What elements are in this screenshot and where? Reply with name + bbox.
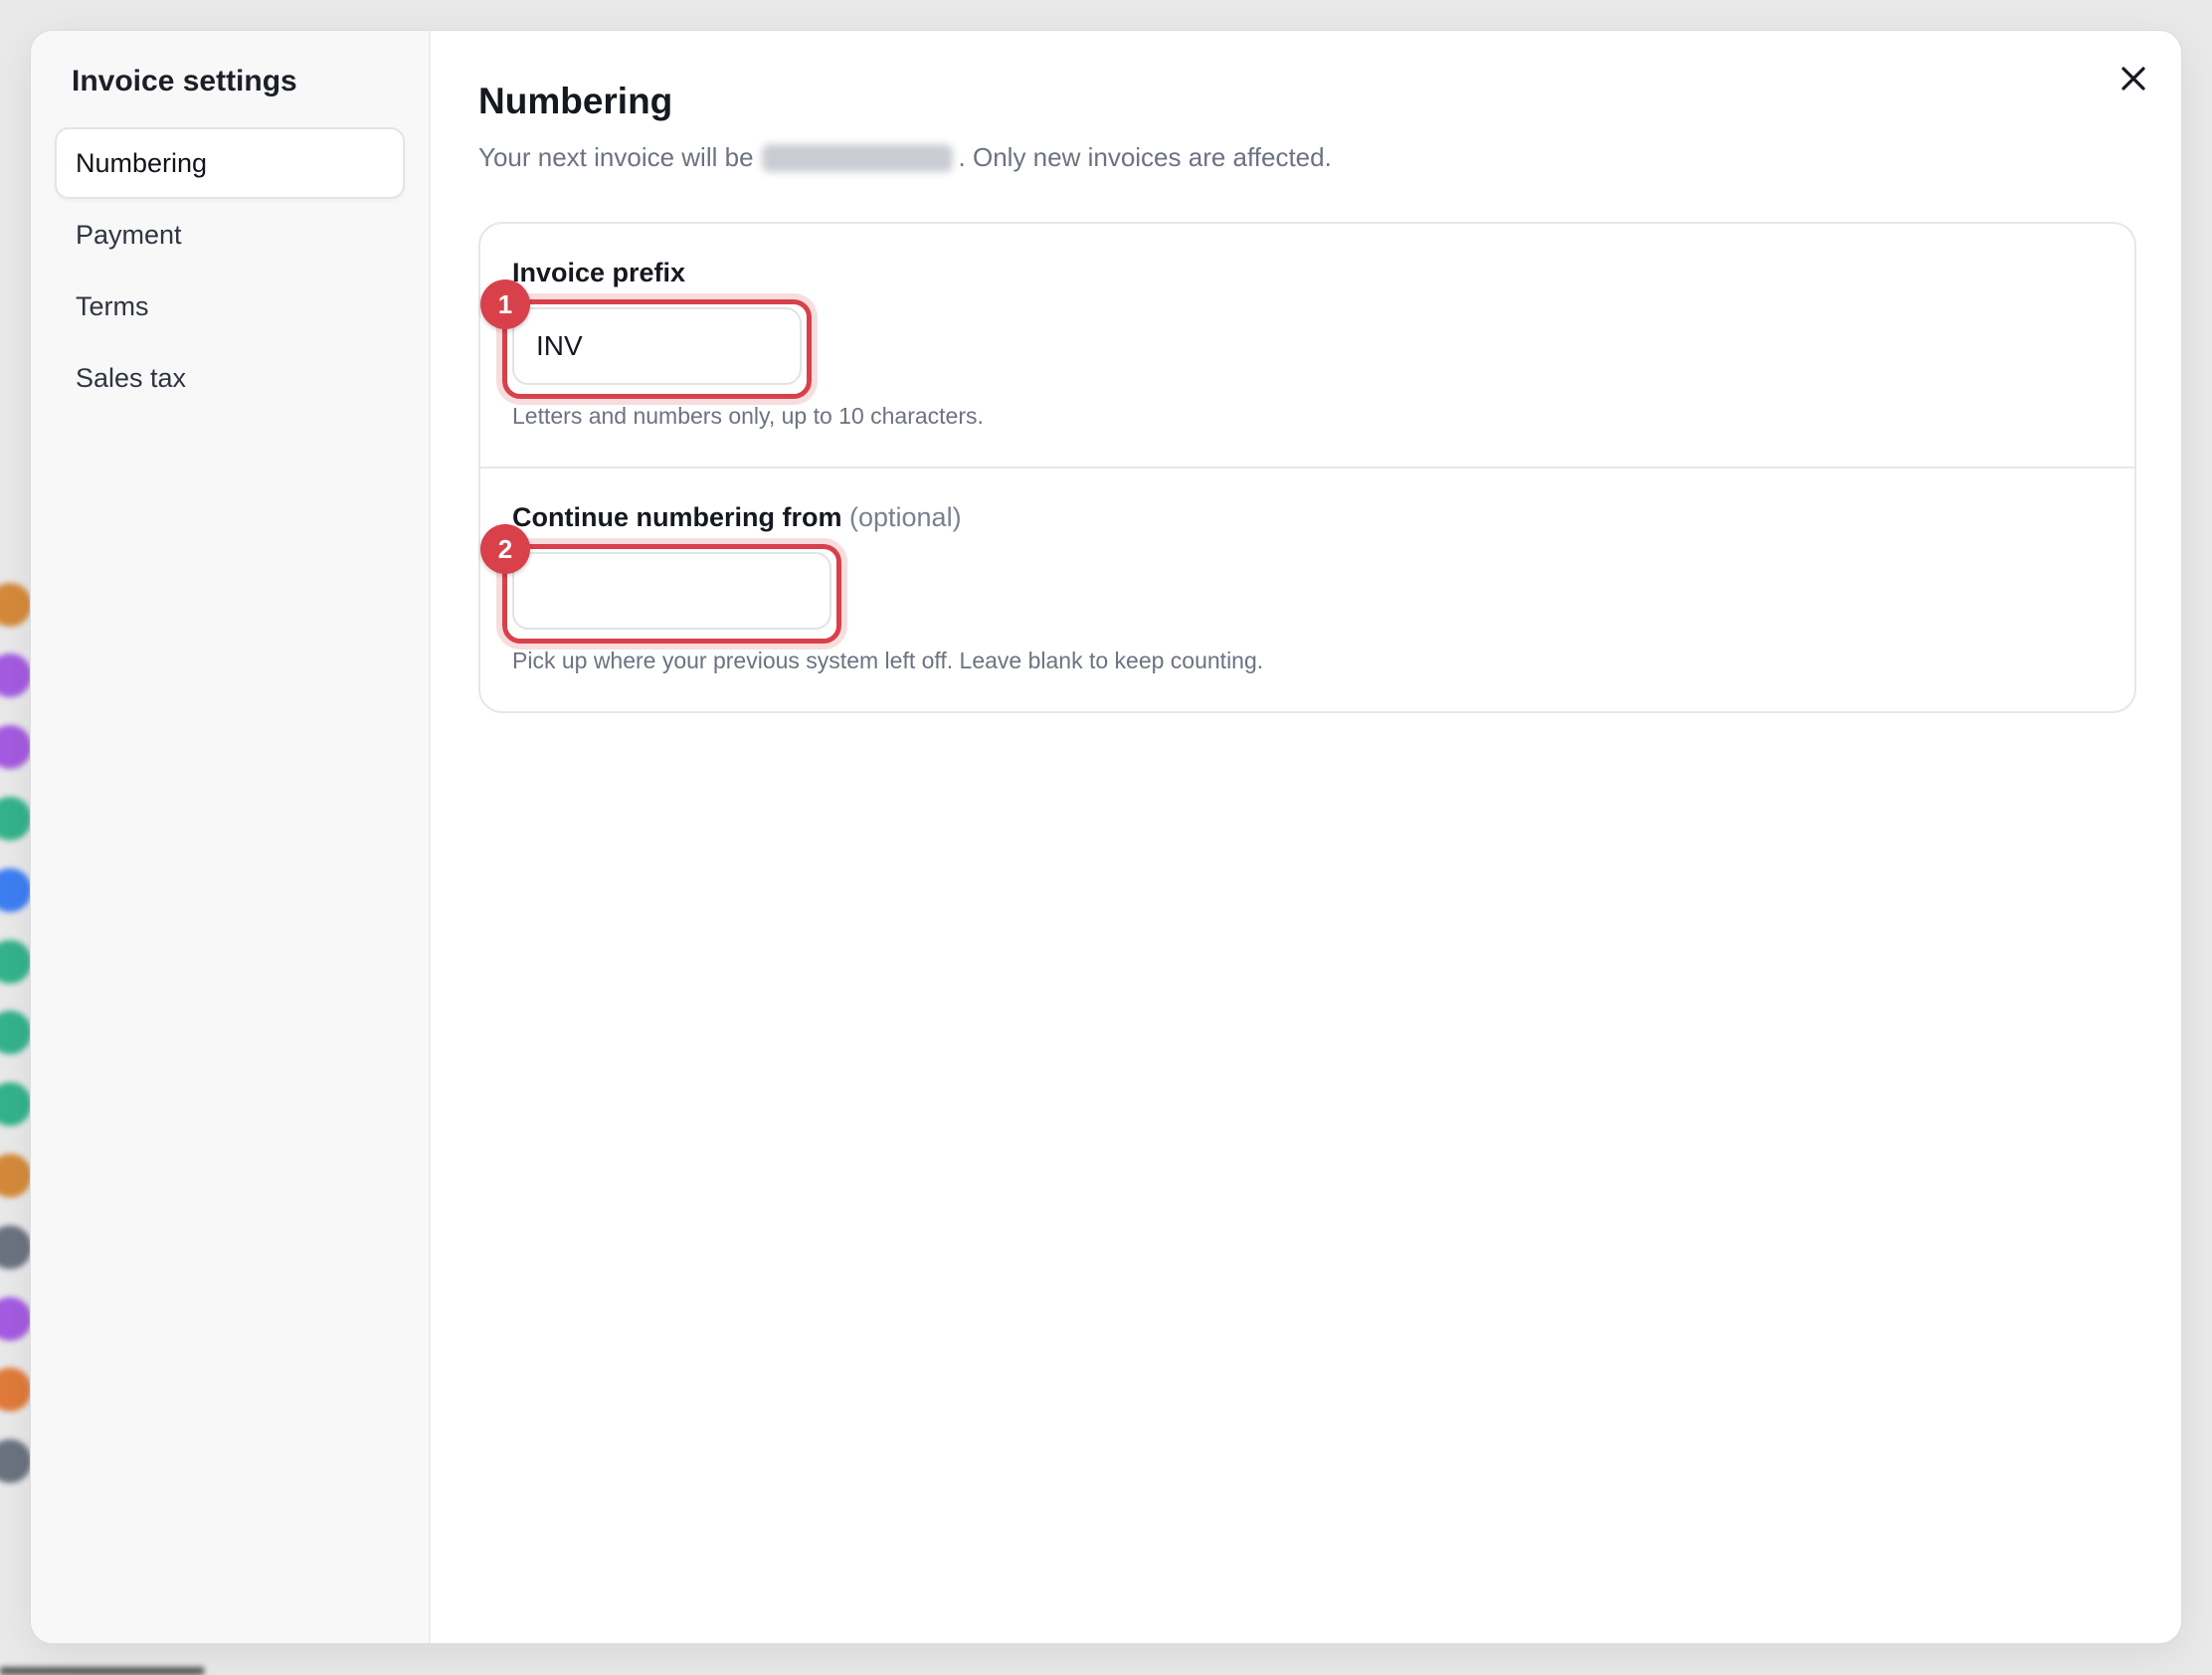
background-avatar bbox=[0, 1297, 32, 1341]
highlight-box bbox=[502, 544, 841, 644]
background-avatar bbox=[0, 653, 32, 697]
invoice-prefix-label-text: Invoice prefix bbox=[512, 258, 686, 287]
sidebar-item-numbering[interactable]: Numbering bbox=[55, 127, 405, 199]
background-avatar bbox=[0, 1154, 32, 1198]
background-avatar bbox=[0, 583, 32, 627]
background-avatar bbox=[0, 1368, 32, 1411]
subtitle-suffix: . Only new invoices are affected. bbox=[958, 142, 1332, 172]
continue-numbering-section: Continue numbering from (optional) 2 Pic… bbox=[480, 468, 2134, 711]
background-avatar bbox=[0, 1439, 32, 1483]
sidebar-item-terms[interactable]: Terms bbox=[55, 271, 405, 342]
invoice-settings-modal: Invoice settings Numbering Payment Terms… bbox=[31, 31, 2181, 1643]
invoice-prefix-help: Letters and numbers only, up to 10 chara… bbox=[512, 403, 984, 429]
continue-numbering-label-text: Continue numbering from bbox=[512, 502, 842, 532]
step-badge: 1 bbox=[480, 279, 530, 329]
step-badge: 2 bbox=[480, 524, 530, 574]
settings-content: Numbering Your next invoice will be . Onl… bbox=[478, 31, 2181, 1643]
page-title: Numbering bbox=[478, 81, 673, 121]
background-avatar bbox=[0, 1082, 32, 1126]
optional-tag: (optional) bbox=[849, 502, 962, 532]
numbering-card: Invoice prefix 1 Letters and numbers onl… bbox=[478, 222, 2136, 713]
settings-nav: Numbering Payment Terms Sales tax bbox=[55, 127, 405, 414]
redacted-invoice-number bbox=[761, 144, 953, 172]
sidebar-title: Invoice settings bbox=[72, 65, 297, 97]
continue-numbering-label: Continue numbering from (optional) bbox=[512, 502, 962, 533]
subtitle-prefix: Your next invoice will be bbox=[478, 142, 754, 172]
page-subtitle: Your next invoice will be . Only new invo… bbox=[478, 142, 1332, 173]
background-avatar bbox=[0, 940, 32, 984]
background-footer-bar bbox=[0, 1667, 204, 1675]
background-avatar bbox=[0, 1225, 32, 1269]
highlight-box bbox=[502, 299, 812, 399]
settings-sidebar: Invoice settings Numbering Payment Terms… bbox=[31, 31, 431, 1643]
background-avatar bbox=[0, 868, 32, 912]
invoice-prefix-section: Invoice prefix 1 Letters and numbers onl… bbox=[480, 224, 2134, 468]
background-avatar bbox=[0, 1011, 32, 1054]
background-avatar bbox=[0, 797, 32, 840]
background-avatar bbox=[0, 725, 32, 769]
sidebar-item-sales-tax[interactable]: Sales tax bbox=[55, 342, 405, 414]
continue-numbering-help: Pick up where your previous system left … bbox=[512, 648, 1264, 673]
invoice-prefix-label: Invoice prefix bbox=[512, 258, 685, 288]
sidebar-item-payment[interactable]: Payment bbox=[55, 199, 405, 271]
